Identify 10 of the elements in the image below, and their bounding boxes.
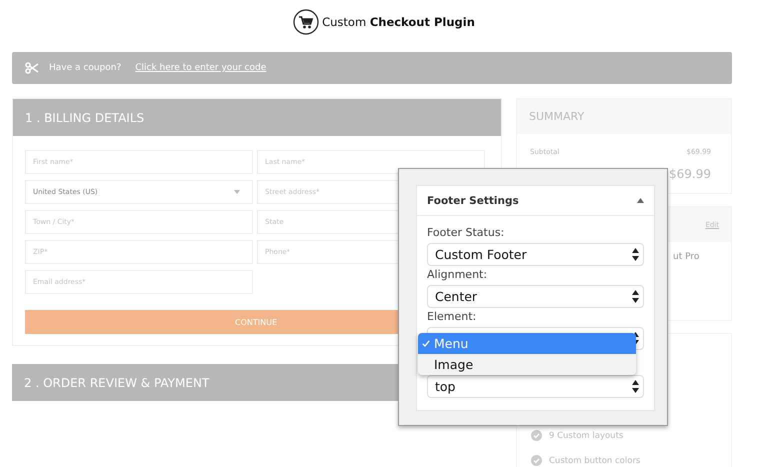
total-value: $69.99 (669, 167, 711, 181)
summary-title: SUMMARY (517, 99, 731, 134)
product-name: ut Pro (673, 252, 700, 262)
field-label: Element: (427, 309, 478, 325)
field-label: Alignment: (427, 267, 488, 283)
feature-text: 9 Custom layouts (549, 430, 624, 440)
coupon-text: Have a coupon? (49, 63, 122, 73)
feature-text: Custom button colors (549, 456, 640, 466)
brand-name: Custom Checkout Plugin (322, 15, 475, 29)
section-title: 1 . BILLING DETAILS (13, 99, 501, 136)
